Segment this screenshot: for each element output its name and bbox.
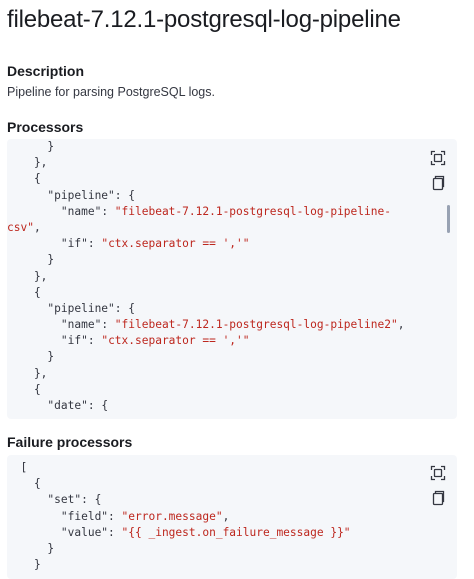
code-line: { [7, 171, 423, 187]
code-punctuation: }, [7, 366, 48, 380]
code-string: "ctx.separator == ','" [101, 237, 250, 251]
code-string: "ctx.separator == ','" [101, 334, 250, 348]
code-string: "filebeat-7.12.1-postgresql-log-pipeline… [114, 204, 391, 218]
code-punctuation: : [108, 525, 122, 539]
code-punctuation: } [7, 253, 55, 267]
code-line: "if": "ctx.separator == ','" [7, 333, 423, 349]
failure-copy-button[interactable] [430, 490, 446, 506]
code-punctuation: : { [87, 399, 109, 412]
code-line: "pipeline": { [7, 188, 423, 204]
code-key: "if" [60, 334, 88, 348]
code-string: "{{ _ingest.on_failure_message }}" [121, 525, 351, 539]
code-punctuation: : [87, 237, 102, 251]
code-key: "pipeline" [47, 188, 115, 202]
code-punctuation: { [7, 477, 41, 491]
failure-fullscreen-button[interactable] [430, 465, 446, 481]
code-punctuation: : [87, 334, 102, 348]
code-line: "date": { [7, 398, 423, 414]
code-punctuation: } [7, 558, 41, 572]
processors-heading: Processors [7, 119, 84, 135]
code-line: } [7, 349, 423, 365]
code-punctuation [7, 493, 47, 506]
code-line: }, [7, 269, 423, 285]
code-key: "field" [60, 509, 109, 523]
code-line: { [7, 382, 423, 398]
code-punctuation: , [397, 318, 405, 332]
code-punctuation: , [33, 220, 41, 234]
copy-icon [430, 490, 446, 506]
code-punctuation: : { [81, 493, 102, 507]
processors-code-block: } }, { "pipeline": { "name": "filebeat-7… [7, 139, 457, 419]
code-punctuation [7, 205, 61, 218]
code-line: "field": "error.message", [7, 509, 423, 525]
code-line: } [7, 139, 423, 155]
code-punctuation: : { [114, 188, 135, 202]
code-punctuation [7, 237, 61, 250]
code-punctuation [7, 399, 47, 412]
code-punctuation: : [101, 204, 115, 218]
code-punctuation: [ [7, 461, 28, 474]
code-key: "value" [60, 525, 109, 539]
code-string: "error.message" [121, 509, 223, 523]
code-punctuation: } [7, 350, 55, 364]
failure-processors-code[interactable]: [ { "set": { "field": "error.message", "… [7, 455, 423, 579]
code-line: }, [7, 366, 423, 382]
code-key: "name" [60, 318, 102, 332]
code-line: } [7, 541, 423, 557]
code-punctuation: , [222, 509, 230, 523]
code-punctuation: }, [7, 269, 48, 283]
code-line: "value": "{{ _ingest.on_failure_message … [7, 525, 423, 541]
description-text: Pipeline for parsing PostgreSQL logs. [7, 85, 215, 99]
code-punctuation: }, [7, 156, 48, 170]
code-punctuation: } [7, 541, 55, 555]
code-key: "if" [60, 237, 88, 251]
code-string: "filebeat-7.12.1-postgresql-log-pipeline… [114, 318, 398, 332]
processors-code[interactable]: } }, { "pipeline": { "name": "filebeat-7… [7, 139, 423, 419]
processors-scrollbar[interactable] [447, 205, 450, 233]
processors-copy-button[interactable] [430, 175, 446, 191]
code-punctuation [7, 334, 61, 347]
code-punctuation [7, 526, 61, 539]
copy-icon [430, 175, 446, 191]
code-punctuation [7, 189, 47, 202]
code-line: "set": { [7, 492, 423, 508]
code-key: "set" [47, 493, 82, 507]
code-punctuation: { [7, 382, 41, 396]
code-line: } [7, 557, 423, 573]
code-line: { [7, 476, 423, 492]
code-line: "name": "filebeat-7.12.1-postgresql-log-… [7, 204, 423, 220]
code-line: "name": "filebeat-7.12.1-postgresql-log-… [7, 317, 423, 333]
failure-processors-code-block: [ { "set": { "field": "error.message", "… [7, 455, 457, 579]
code-punctuation [7, 318, 61, 331]
fullscreen-icon [430, 150, 446, 166]
code-line: } [7, 252, 423, 268]
failure-processors-heading: Failure processors [7, 434, 133, 450]
code-line: csv", [7, 220, 423, 236]
code-punctuation: { [7, 285, 41, 299]
code-key: "date" [47, 399, 88, 412]
code-line: "if": "ctx.separator == ','" [7, 236, 423, 252]
code-punctuation: { [7, 172, 41, 186]
code-punctuation [7, 302, 47, 315]
code-string: csv" [7, 220, 34, 234]
code-punctuation: } [7, 140, 55, 153]
description-heading: Description [7, 63, 85, 79]
code-line: { [7, 285, 423, 301]
code-key: "name" [60, 204, 102, 218]
code-punctuation: : [108, 509, 122, 523]
code-line: "pipeline": { [7, 301, 423, 317]
code-key: "pipeline" [47, 301, 115, 315]
code-punctuation [7, 510, 61, 523]
code-punctuation: : { [114, 301, 135, 315]
page-title: filebeat-7.12.1-postgresql-log-pipeline [7, 6, 401, 33]
code-line: [ [7, 460, 423, 476]
processors-fullscreen-button[interactable] [430, 150, 446, 166]
code-line: }, [7, 155, 423, 171]
code-punctuation: : [101, 318, 115, 332]
fullscreen-icon [430, 465, 446, 481]
